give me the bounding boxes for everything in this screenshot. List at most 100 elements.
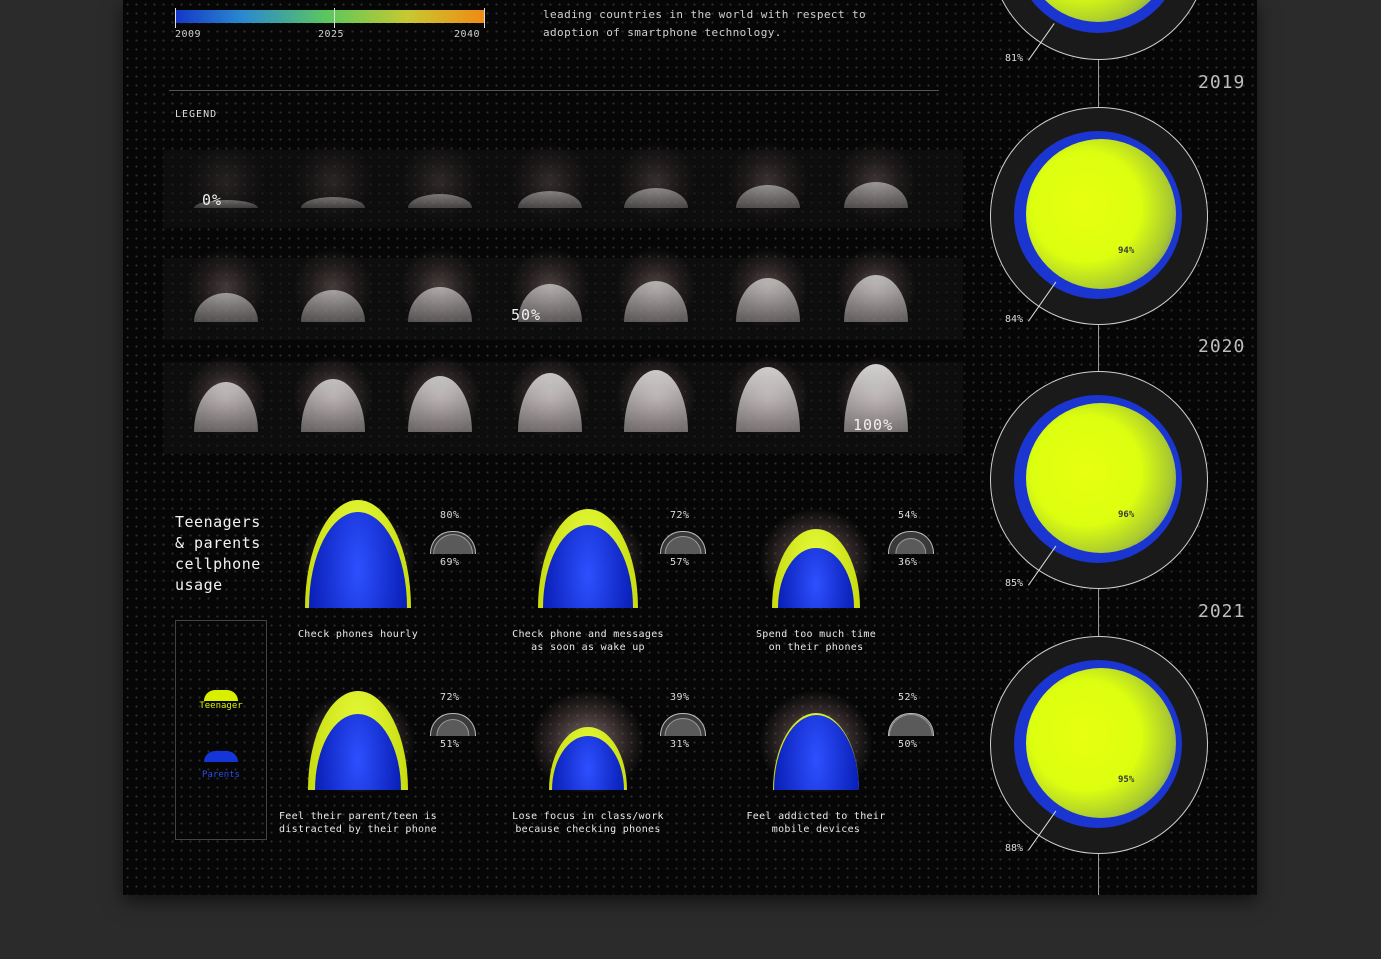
- usage-caption: Check phone and messages as soon as wake …: [488, 628, 688, 654]
- legend-face-cell: [181, 120, 271, 220]
- legend-face-cell: [288, 226, 378, 326]
- legend-face-cell: [831, 226, 921, 326]
- caption-line: distracted by their phone: [278, 824, 437, 835]
- legend-face-cell: [395, 120, 485, 220]
- parent-percent: 31%: [670, 739, 690, 750]
- usage-item: Check phones hourly 80% 69%: [293, 500, 476, 640]
- caption-line: because checking phones: [515, 824, 661, 835]
- usage-title-line: & parents: [175, 534, 261, 552]
- usage-dome-chart: [756, 682, 876, 790]
- parent-key-swatch: [204, 751, 238, 762]
- usage-item: Spend too much time on their phones 54% 36%: [751, 500, 934, 653]
- outer-percent: 84%: [1005, 314, 1024, 325]
- caption-line: as soon as wake up: [531, 642, 645, 653]
- usage-caption: Feel addicted to their mobile devices: [716, 810, 916, 836]
- usage-key: Teenager Parents: [175, 620, 267, 840]
- usage-title: Teenagers & parents cellphone usage: [175, 512, 261, 596]
- infographic-poster: 2009 2025 2040 leading countries in the …: [123, 0, 1257, 895]
- parent-percent: 57%: [670, 557, 690, 568]
- legend-face-cell: [723, 226, 813, 326]
- yellow-disc: [1026, 668, 1176, 818]
- intro-text: leading countries in the world with resp…: [543, 8, 867, 39]
- legend-face-cell: [505, 120, 595, 220]
- caption-line: Check phone and messages: [512, 629, 664, 640]
- caption-line: mobile devices: [771, 824, 861, 835]
- caption-line: Check phones hourly: [297, 629, 419, 640]
- legend-title: LEGEND: [175, 109, 218, 120]
- legend-face-cell: [181, 226, 271, 326]
- year-label: 2019: [1198, 72, 1246, 93]
- legend-face-cell: [611, 120, 701, 220]
- usage-dome-chart: [528, 682, 648, 790]
- legend-face-cell: [395, 226, 485, 326]
- usage-caption: Check phones hourly: [258, 628, 458, 641]
- usage-caption: Feel their parent/teen is distracted by t…: [258, 810, 458, 836]
- year-label: 2021: [1198, 601, 1246, 622]
- section-divider: [169, 90, 939, 91]
- legend-face-cell: [288, 120, 378, 220]
- mini-comparison-dial: [430, 530, 476, 554]
- teen-percent: 52%: [898, 692, 918, 703]
- scale-tick: [484, 8, 485, 28]
- year-color-scale: [175, 10, 485, 23]
- usage-item: Check phone and messages as soon as wake …: [512, 500, 706, 653]
- parent-percent: 69%: [440, 557, 460, 568]
- legend-face-cell: [611, 335, 701, 435]
- inner-percent: 95%: [1118, 775, 1135, 785]
- legend-face-cell: [395, 335, 485, 435]
- caption-line: Feel addicted to their: [746, 811, 886, 822]
- legend-label-100: 100%: [853, 416, 894, 434]
- teen-percent: 54%: [898, 510, 918, 521]
- mini-comparison-dial: [888, 712, 934, 736]
- usage-dome-chart: [528, 500, 648, 608]
- scale-label-end: 2040: [454, 29, 481, 40]
- usage-item: Feel addicted to their mobile devices 52% 5…: [746, 682, 934, 835]
- legend-face-cell: [723, 335, 813, 435]
- mini-comparison-dial: [888, 530, 934, 554]
- parent-percent: 36%: [898, 557, 918, 568]
- teen-percent: 72%: [670, 510, 690, 521]
- usage-caption: Lose focus in class/work because checking…: [488, 810, 688, 836]
- scale-tick: [334, 8, 335, 28]
- usage-title-line: Teenagers: [175, 513, 261, 531]
- usage-dome-chart: [756, 500, 876, 608]
- teen-percent: 39%: [670, 692, 690, 703]
- outer-percent: 81%: [1005, 53, 1024, 64]
- usage-title-line: usage: [175, 576, 223, 594]
- yellow-disc: [1026, 139, 1176, 289]
- teen-percent: 80%: [440, 510, 460, 521]
- mini-comparison-dial: [660, 530, 706, 554]
- usage-item: Feel their parent/teen is distracted by t…: [279, 682, 476, 835]
- scale-label-start: 2009: [175, 29, 202, 40]
- usage-caption: Spend too much time on their phones: [716, 628, 916, 654]
- usage-item: Lose focus in class/work because checking…: [512, 682, 706, 835]
- parent-dome: [773, 715, 859, 790]
- legend-label-0: 0%: [202, 191, 223, 209]
- scale-tick: [175, 8, 176, 28]
- legend-face-cell: [723, 120, 813, 220]
- legend-face-cell: [611, 226, 701, 326]
- caption-line: Lose focus in class/work: [512, 811, 664, 822]
- usage-dome-chart: [298, 682, 418, 790]
- usage-title-line: cellphone: [175, 555, 261, 573]
- inner-percent: 96%: [1118, 510, 1135, 520]
- yellow-disc: [1026, 403, 1176, 553]
- caption-line: on their phones: [768, 642, 864, 653]
- legend-face-cell: [288, 335, 378, 435]
- outer-percent: 85%: [1005, 578, 1024, 589]
- parent-percent: 51%: [440, 739, 460, 750]
- legend-face-cell: [505, 335, 595, 435]
- mini-comparison-dial: [660, 712, 706, 736]
- teen-key-swatch: [204, 690, 238, 701]
- caption-line: Spend too much time: [755, 629, 877, 640]
- mini-comparison-dial: [430, 712, 476, 736]
- inner-percent: 94%: [1118, 246, 1135, 256]
- legend-label-50: 50%: [511, 306, 542, 324]
- scale-label-mid: 2025: [318, 29, 345, 40]
- year-label: 2020: [1198, 336, 1246, 357]
- teen-key-label: Teenager: [199, 701, 243, 711]
- usage-dome-chart: [298, 500, 418, 608]
- caption-line: Feel their parent/teen is: [278, 811, 437, 822]
- parent-percent: 50%: [898, 739, 918, 750]
- parent-key-label: Parents: [202, 770, 240, 780]
